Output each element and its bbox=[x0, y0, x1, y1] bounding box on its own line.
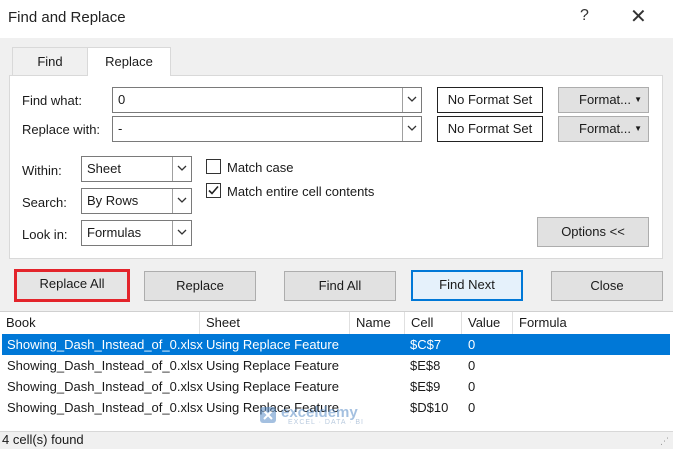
lookin-value: Formulas bbox=[87, 225, 142, 240]
column-header-value[interactable]: Value bbox=[462, 312, 513, 334]
find-what-value[interactable]: 0 bbox=[118, 92, 125, 107]
find-next-button[interactable]: Find Next bbox=[411, 270, 523, 301]
column-header-book-label: Book bbox=[6, 315, 36, 330]
watermark-tagline: EXCEL · DATA · BI bbox=[288, 419, 364, 426]
exceldemy-logo-icon bbox=[260, 407, 276, 423]
resize-grip-icon[interactable]: ⋰ bbox=[660, 436, 669, 447]
replace-button[interactable]: Replace bbox=[144, 271, 256, 301]
within-dropdown[interactable] bbox=[172, 157, 191, 181]
table-row[interactable]: Showing_Dash_Instead_of_0.xlsx Using Rep… bbox=[2, 334, 670, 355]
row-value: 0 bbox=[468, 337, 476, 352]
search-value: By Rows bbox=[87, 193, 139, 208]
search-label: Search: bbox=[22, 195, 67, 210]
lookin-select[interactable]: Formulas bbox=[81, 220, 192, 246]
chevron-down-icon bbox=[177, 197, 187, 203]
lookin-label: Look in: bbox=[22, 227, 68, 242]
within-value: Sheet bbox=[87, 161, 121, 176]
close-window-button[interactable]: ✕ bbox=[630, 4, 647, 29]
match-entire-checkbox[interactable] bbox=[206, 183, 221, 198]
row-cell: $D$10 bbox=[410, 400, 449, 415]
replace-with-dropdown[interactable] bbox=[402, 117, 421, 141]
find-format-status: No Format Set bbox=[437, 87, 543, 113]
replace-format-button-label: Format... bbox=[579, 121, 632, 136]
table-row[interactable]: Showing_Dash_Instead_of_0.xlsx Using Rep… bbox=[2, 376, 670, 397]
tab-find[interactable]: Find bbox=[12, 47, 88, 75]
replace-format-button[interactable]: Format... ▼ bbox=[558, 116, 649, 142]
options-button-label: Options << bbox=[561, 224, 625, 239]
column-header-name-label: Name bbox=[356, 315, 391, 330]
status-text: 4 cell(s) found bbox=[2, 432, 84, 447]
replace-with-label: Replace with: bbox=[22, 122, 101, 137]
chevron-down-icon bbox=[407, 125, 417, 131]
row-cell: $E$8 bbox=[410, 358, 441, 373]
replace-format-status: No Format Set bbox=[437, 116, 543, 142]
replace-with-value[interactable]: - bbox=[118, 121, 122, 136]
tab-find-label: Find bbox=[37, 54, 63, 69]
find-what-dropdown[interactable] bbox=[402, 88, 421, 112]
find-next-button-label: Find Next bbox=[439, 277, 495, 292]
match-case-label: Match case bbox=[227, 160, 294, 175]
replace-all-button-label: Replace All bbox=[39, 276, 105, 291]
search-dropdown[interactable] bbox=[172, 189, 191, 213]
row-sheet: Using Replace Feature bbox=[206, 358, 339, 373]
lookin-dropdown[interactable] bbox=[172, 221, 191, 245]
table-row[interactable]: Showing_Dash_Instead_of_0.xlsx Using Rep… bbox=[2, 355, 670, 376]
row-value: 0 bbox=[468, 400, 476, 415]
chevron-down-icon bbox=[177, 229, 187, 235]
help-button[interactable]: ? bbox=[580, 7, 589, 25]
column-header-cell-label: Cell bbox=[411, 315, 434, 330]
tab-replace-label: Replace bbox=[105, 54, 153, 69]
row-book: Showing_Dash_Instead_of_0.xlsx bbox=[7, 337, 203, 352]
row-sheet: Using Replace Feature bbox=[206, 337, 339, 352]
find-all-button-label: Find All bbox=[318, 278, 362, 293]
match-case-checkbox[interactable] bbox=[206, 159, 221, 174]
column-header-sheet[interactable]: Sheet bbox=[200, 312, 350, 334]
row-book: Showing_Dash_Instead_of_0.xlsx bbox=[7, 400, 203, 415]
within-select[interactable]: Sheet bbox=[81, 156, 192, 182]
column-header-formula-label: Formula bbox=[519, 315, 567, 330]
find-what-combo[interactable]: 0 bbox=[112, 87, 422, 113]
replace-all-button[interactable]: Replace All bbox=[14, 269, 130, 302]
find-format-button-label: Format... bbox=[579, 92, 632, 107]
column-header-value-label: Value bbox=[468, 315, 501, 330]
tab-replace[interactable]: Replace bbox=[87, 47, 171, 76]
find-what-label: Find what: bbox=[22, 93, 82, 108]
row-value: 0 bbox=[468, 358, 476, 373]
row-cell: $E$9 bbox=[410, 379, 441, 394]
replace-button-label: Replace bbox=[176, 278, 224, 293]
close-button[interactable]: Close bbox=[551, 271, 663, 301]
find-all-button[interactable]: Find All bbox=[284, 271, 396, 301]
close-button-label: Close bbox=[590, 278, 624, 293]
status-bar bbox=[0, 431, 673, 449]
replace-with-combo[interactable]: - bbox=[112, 116, 422, 142]
chevron-down-icon bbox=[177, 165, 187, 171]
row-book: Showing_Dash_Instead_of_0.xlsx bbox=[7, 358, 203, 373]
within-label: Within: bbox=[22, 163, 62, 178]
column-header-book[interactable]: Book bbox=[0, 312, 200, 334]
row-sheet: Using Replace Feature bbox=[206, 379, 339, 394]
search-select[interactable]: By Rows bbox=[81, 188, 192, 214]
dropdown-arrow-icon: ▼ bbox=[634, 124, 642, 133]
row-cell: $C$7 bbox=[410, 337, 442, 352]
window-title: Find and Replace bbox=[8, 9, 126, 26]
chevron-down-icon bbox=[407, 96, 417, 102]
row-value: 0 bbox=[468, 379, 476, 394]
column-header-cell[interactable]: Cell bbox=[405, 312, 462, 334]
column-header-sheet-label: Sheet bbox=[206, 315, 240, 330]
options-button[interactable]: Options << bbox=[537, 217, 649, 247]
column-header-formula[interactable]: Formula bbox=[513, 312, 671, 334]
checkmark-icon bbox=[208, 185, 219, 195]
row-book: Showing_Dash_Instead_of_0.xlsx bbox=[7, 379, 203, 394]
column-header-name[interactable]: Name bbox=[350, 312, 405, 334]
find-format-button[interactable]: Format... ▼ bbox=[558, 87, 649, 113]
match-entire-label: Match entire cell contents bbox=[227, 184, 375, 199]
dropdown-arrow-icon: ▼ bbox=[634, 95, 642, 104]
